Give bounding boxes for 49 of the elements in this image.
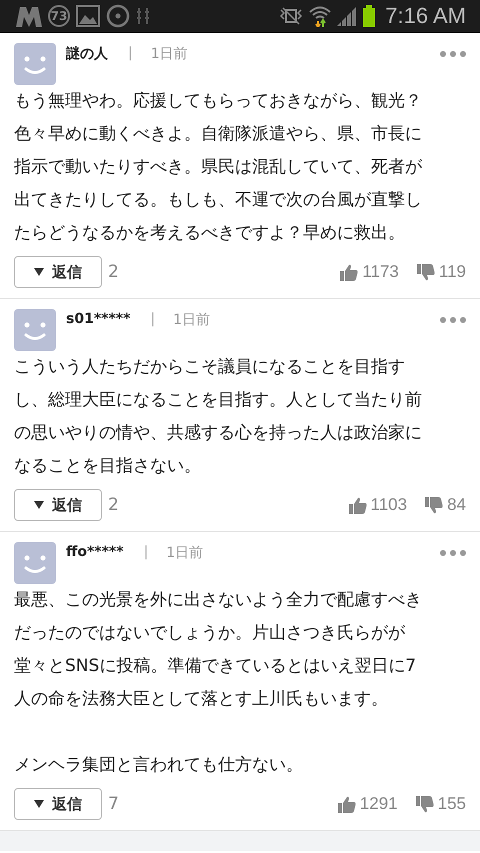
post-time: 1日前 xyxy=(150,45,188,63)
avatar-icon xyxy=(14,309,56,351)
author-name: 謎の人 xyxy=(66,45,108,63)
reply-button[interactable]: 返信 xyxy=(14,489,102,521)
post-time: 1日前 xyxy=(166,544,204,562)
reply-button[interactable]: 返信 xyxy=(14,788,102,820)
avatar-icon xyxy=(14,542,56,584)
separator: | xyxy=(144,544,148,560)
battery-icon xyxy=(363,5,376,27)
post-time: 1日前 xyxy=(173,311,210,329)
dislike-button[interactable]: 84 xyxy=(425,495,466,515)
caret-icon xyxy=(34,268,44,276)
comment-text: メンヘラ集団と言われても仕方ない。 xyxy=(14,754,304,777)
thumbs-up-icon xyxy=(338,796,356,812)
thumbs-down-icon xyxy=(425,496,444,514)
caret-icon xyxy=(34,501,44,509)
avatar-icon xyxy=(14,43,56,85)
more-icon[interactable] xyxy=(440,550,466,556)
more-icon[interactable] xyxy=(440,317,466,323)
app-icon xyxy=(16,5,42,27)
signal-icon xyxy=(337,6,358,26)
thumbs-up-icon xyxy=(340,264,358,280)
like-button[interactable]: 1103 xyxy=(348,495,408,515)
reply-count: 7 xyxy=(108,794,119,814)
image-icon xyxy=(76,5,100,27)
reply-count: 2 xyxy=(108,262,119,282)
author-name: ffo***** xyxy=(66,544,124,560)
comment-text: こういう人たちだからこそ議員になることを目指す し、総理大臣になることを目指す。人として当たり前 の思いやりの情や、共感する心を持った人は政治家に なることを目指さない。 xyxy=(14,356,423,478)
thumbs-down-icon xyxy=(416,264,435,280)
separator: | xyxy=(150,311,156,327)
target-icon xyxy=(106,4,130,28)
like-button[interactable]: 1291 xyxy=(338,794,398,814)
reply-button[interactable]: 返信 xyxy=(14,256,102,288)
notification-count: 73 xyxy=(48,5,70,27)
dislike-button[interactable]: 155 xyxy=(416,794,466,814)
dislike-button[interactable]: 119 xyxy=(416,262,466,282)
comment-text: もう無理やわ。応援してもらっておきながら、観光？ 色々早めに動くべきよ。自衛隊派遣やら、県、市長に 指示で動いたりすべき。県民は混乱していて、死者が 出てきたりしてる。もしも、不運で次の台風が直撃し たらどうなるかを考えるべきですよ？早めに救出。 xyxy=(14,90,423,245)
wifi-icon xyxy=(309,5,332,27)
separator: | xyxy=(128,45,133,61)
comment-text: 最悪、この光景を外に出さないよう全力で配慮すべき だったのではないでしょうか。片山さつき氏らがが 堂々とSNSに投稿。準備できているとはいえ翌日に7 人の命を法務大臣として落とす上川氏もいます。 xyxy=(14,589,423,711)
like-button[interactable]: 1173 xyxy=(340,262,399,282)
clock: 7:16 AM xyxy=(385,3,466,29)
author-name: s01***** xyxy=(66,311,130,327)
vibrate-icon xyxy=(279,7,304,25)
caret-icon xyxy=(34,800,44,808)
more-icon[interactable] xyxy=(440,51,466,57)
reply-count: 2 xyxy=(108,495,119,515)
thumbs-up-icon xyxy=(348,496,367,514)
thumbs-down-icon xyxy=(416,796,434,812)
